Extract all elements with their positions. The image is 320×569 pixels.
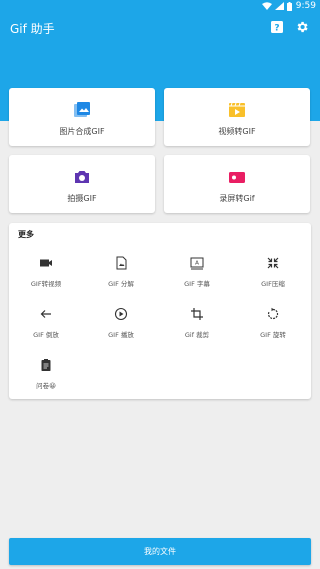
gear-icon (297, 21, 308, 33)
play-icon (114, 307, 128, 321)
svg-text:A: A (195, 261, 199, 267)
gif-to-video-button[interactable]: GIF转视频 (8, 256, 84, 302)
grid-label: Gif 裁剪 (184, 331, 210, 339)
arrow-left-icon (40, 310, 51, 318)
video-to-gif-card[interactable]: 视频转GIF (164, 88, 310, 146)
screen-record-icon (229, 172, 245, 183)
gif-reverse-button[interactable]: GIF 倒放 (8, 307, 84, 353)
grid-label: 问卷😀 (36, 382, 56, 390)
my-files-button[interactable]: 我的文件 (9, 538, 311, 565)
more-section: 更多 GIF转视频 GIF 分解 A GIF 字幕 GIF压缩 GIF 倒放 G… (9, 223, 311, 399)
gif-subtitle-button[interactable]: A GIF 字幕 (159, 256, 235, 302)
grid-label: GIF 倒放 (33, 331, 59, 339)
shoot-gif-card[interactable]: 拍摄GIF (9, 155, 155, 213)
card-label: 录屏转Gif (219, 194, 255, 203)
status-bar: 9:59 (0, 0, 320, 14)
grid-label: GIF 旋转 (260, 331, 286, 339)
subtitle-icon: A (190, 257, 204, 270)
gif-split-button[interactable]: GIF 分解 (83, 256, 159, 302)
grid-label: GIF 分解 (108, 280, 134, 288)
card-label: 视频转GIF (218, 127, 256, 136)
card-label: 图片合成GIF (59, 127, 105, 136)
grid-label: GIF压缩 (261, 280, 285, 288)
compress-icon (267, 257, 279, 269)
crop-icon (191, 308, 203, 320)
gif-compress-button[interactable]: GIF压缩 (235, 256, 311, 302)
grid-label: GIF 字幕 (184, 280, 210, 288)
svg-text:?: ? (274, 24, 279, 34)
card-label: 拍摄GIF (67, 194, 97, 203)
images-to-gif-card[interactable]: 图片合成GIF (9, 88, 155, 146)
survey-button[interactable]: 问卷😀 (8, 358, 84, 404)
grid-label: GIF 播放 (108, 331, 134, 339)
camera-icon (75, 171, 89, 183)
gif-play-button[interactable]: GIF 播放 (83, 307, 159, 353)
more-title: 更多 (18, 230, 34, 239)
gif-crop-button[interactable]: Gif 裁剪 (159, 307, 235, 353)
app-title: Gif 助手 (10, 22, 55, 36)
video-camera-icon (40, 259, 52, 267)
image-icon (74, 102, 90, 117)
clipboard-icon (41, 359, 51, 371)
settings-button[interactable] (293, 18, 311, 36)
wifi-icon (261, 2, 272, 10)
signal-icon (274, 2, 284, 10)
rotate-icon (267, 307, 279, 320)
video-clip-icon (229, 102, 245, 117)
status-time: 9:59 (295, 1, 316, 11)
screen-record-card[interactable]: 录屏转Gif (164, 155, 310, 213)
battery-icon (286, 1, 292, 11)
help-button[interactable]: ? (268, 18, 286, 36)
grid-label: GIF转视频 (30, 280, 62, 288)
gif-rotate-button[interactable]: GIF 旋转 (235, 307, 311, 353)
split-image-icon (116, 256, 127, 270)
help-icon: ? (271, 21, 283, 34)
